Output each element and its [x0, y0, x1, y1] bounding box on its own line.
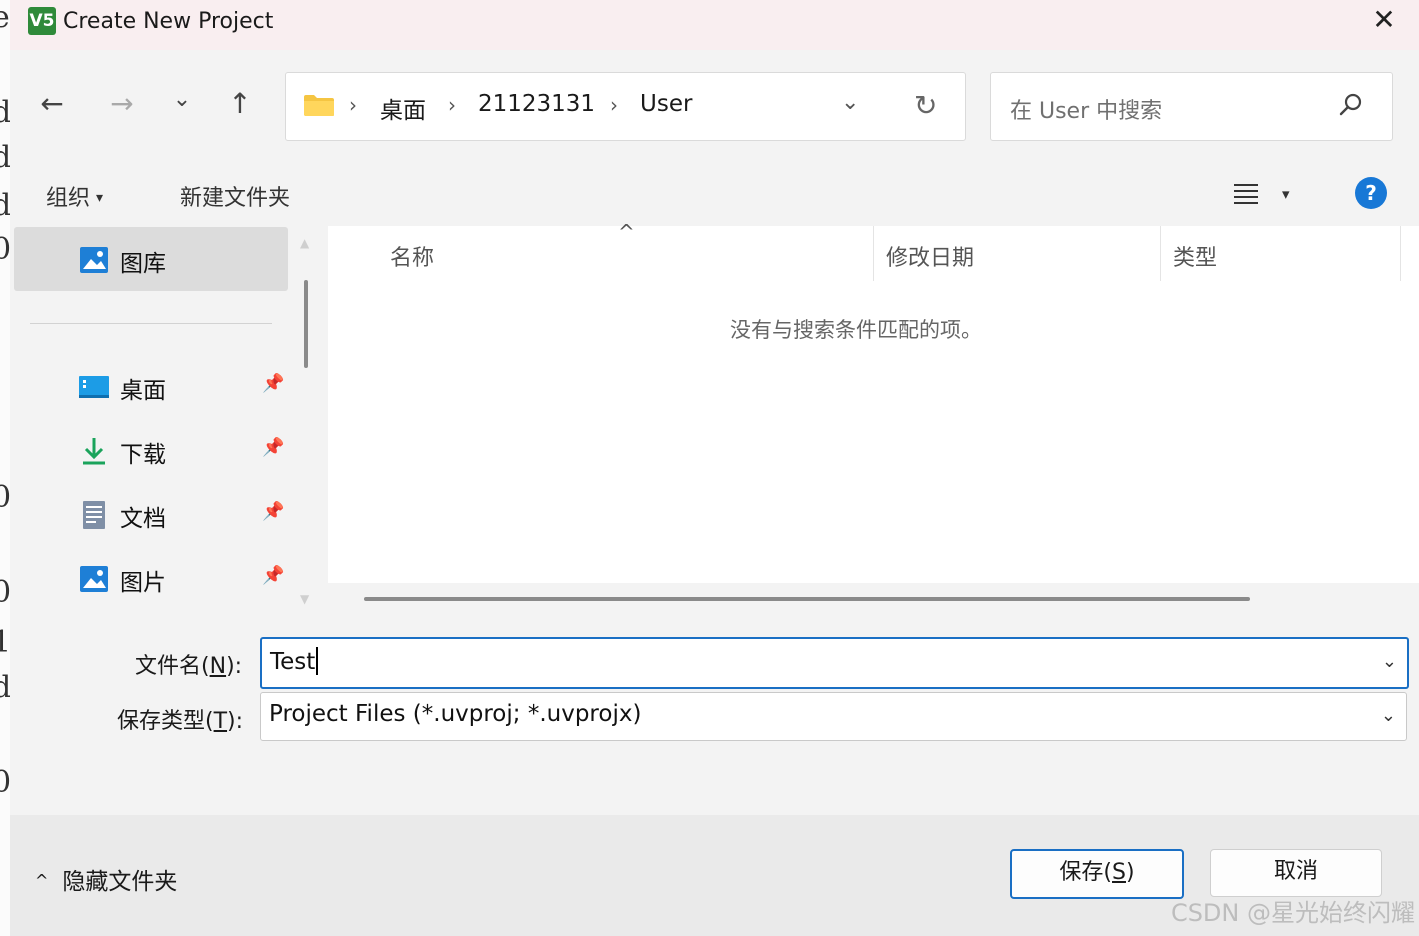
filetype-label-prefix: 保存类型( [117, 709, 214, 734]
search-box[interactable]: 在 User 中搜索 [990, 72, 1393, 141]
breadcrumb-separator: › [610, 93, 618, 117]
scroll-down-icon[interactable]: ▼ [300, 592, 309, 606]
help-icon[interactable]: ? [1355, 177, 1387, 209]
scrollbar-thumb[interactable] [304, 280, 308, 368]
download-icon [83, 438, 105, 465]
dialog-title: Create New Project [63, 9, 274, 34]
save-form: 文件名(N): Test ⌄ 保存类型(T): Project Files (*… [10, 615, 1419, 815]
pin-icon[interactable]: 📌 [262, 501, 284, 522]
pin-icon[interactable]: 📌 [262, 437, 284, 458]
chevron-down-icon[interactable]: ⌄ [1381, 705, 1396, 726]
filename-combobox[interactable]: Test ⌄ [260, 637, 1409, 689]
forward-button[interactable]: → [102, 82, 142, 126]
save-label-accesskey: S [1112, 860, 1126, 885]
sidebar-scrollbar[interactable]: ▲ ▼ [295, 226, 319, 615]
navigation-row: ← → ⌄ ↑ › 桌面 › 21123131 › User ⌄ ↻ 在 Use… [10, 50, 1419, 163]
sidebar-item-label: 文档 [120, 506, 166, 532]
filetype-label: 保存类型(T): [117, 703, 243, 735]
gallery-icon [80, 247, 108, 273]
pictures-icon [80, 566, 108, 592]
save-label-prefix: 保存( [1059, 860, 1113, 885]
save-dialog: V5 Create New Project ✕ ← → ⌄ ↑ › 桌面 › 2… [10, 0, 1419, 936]
filetype-select[interactable]: Project Files (*.uvproj; *.uvprojx) ⌄ [260, 692, 1407, 741]
column-divider[interactable] [873, 226, 874, 281]
column-divider[interactable] [1160, 226, 1161, 281]
back-button[interactable]: ← [32, 82, 72, 126]
sidebar-divider [30, 323, 272, 324]
filename-input[interactable]: Test [270, 647, 319, 675]
filetype-label-accesskey: T [213, 709, 228, 734]
pin-icon[interactable]: 📌 [262, 565, 284, 586]
address-history-dropdown[interactable]: ⌄ [841, 90, 859, 115]
sidebar-item-pictures[interactable]: 图片 📌 [14, 546, 288, 610]
title-bar: V5 Create New Project ✕ [10, 0, 1419, 50]
document-icon [83, 501, 105, 529]
filetype-value: Project Files (*.uvproj; *.uvprojx) [269, 701, 642, 727]
breadcrumb-folder[interactable]: 21123131 [478, 91, 595, 117]
refresh-icon[interactable]: ↻ [914, 89, 937, 122]
sidebar-item-documents[interactable]: 文档 📌 [14, 482, 288, 546]
watermark: CSDN @星光始终闪耀 [1170, 899, 1415, 927]
empty-results-message: 没有与搜索条件匹配的项。 [730, 318, 982, 342]
scrollbar-thumb[interactable] [364, 597, 1250, 601]
sidebar-item-label: 图库 [120, 251, 166, 277]
sidebar-item-gallery[interactable]: 图库 [14, 227, 288, 291]
search-icon [1339, 93, 1362, 116]
breadcrumb-desktop[interactable]: 桌面 [380, 91, 426, 125]
chevron-up-icon: ^ [35, 871, 49, 890]
view-options-icon[interactable] [1234, 181, 1258, 205]
organize-menu[interactable]: 组织 ▾ [46, 180, 103, 212]
view-options-caret-icon[interactable]: ▾ [1282, 185, 1290, 203]
scroll-up-icon[interactable]: ▲ [300, 236, 309, 250]
sidebar-item-desktop[interactable]: 桌面 📌 [14, 354, 288, 418]
sidebar-item-label: 桌面 [120, 378, 166, 404]
sidebar-item-label: 图片 [120, 570, 166, 596]
address-bar[interactable]: › 桌面 › 21123131 › User ⌄ ↻ [285, 72, 966, 141]
keil-app-icon: V5 [28, 7, 56, 35]
filename-label-prefix: 文件名( [135, 654, 210, 679]
new-folder-button[interactable]: 新建文件夹 [180, 180, 290, 212]
text-cursor [316, 647, 319, 675]
breadcrumb-separator: › [349, 93, 357, 117]
recent-locations-button[interactable]: ⌄ [162, 78, 202, 122]
column-header-name[interactable]: 名称 [390, 240, 434, 272]
column-header-type[interactable]: 类型 [1173, 240, 1217, 272]
close-button[interactable]: ✕ [1349, 0, 1419, 44]
folder-icon [304, 95, 334, 116]
filename-label-accesskey: N [209, 654, 227, 679]
file-list: ^ 名称 修改日期 类型 没有与搜索条件匹配的项。 [328, 220, 1419, 615]
save-label-suffix: ) [1125, 860, 1135, 885]
up-button[interactable]: ↑ [220, 82, 260, 126]
sort-ascending-icon: ^ [618, 220, 635, 244]
hide-folders-toggle[interactable]: ^ 隐藏文件夹 [35, 862, 177, 896]
chevron-down-icon[interactable]: ⌄ [1382, 651, 1397, 672]
hide-folders-label: 隐藏文件夹 [62, 869, 178, 895]
sidebar-item-label: 下载 [120, 442, 166, 468]
filename-value: Test [270, 649, 316, 675]
filetype-label-suffix: ): [227, 709, 244, 734]
desktop-icon [79, 376, 109, 398]
filename-label: 文件名(N): [135, 648, 242, 680]
navigation-pane: 图库 桌面 📌 下载 📌 文档 📌 图片 📌 ▲ ▼ [10, 226, 320, 615]
search-placeholder: 在 User 中搜索 [1010, 99, 1163, 124]
breadcrumb-separator: › [448, 93, 456, 117]
cancel-button[interactable]: 取消 [1210, 849, 1382, 897]
column-header-date[interactable]: 修改日期 [886, 240, 974, 272]
breadcrumb-user[interactable]: User [640, 91, 692, 117]
organize-caret-icon: ▾ [96, 190, 104, 206]
sidebar-item-downloads[interactable]: 下载 📌 [14, 418, 288, 482]
horizontal-scrollbar[interactable] [328, 583, 1419, 615]
pin-icon[interactable]: 📌 [262, 373, 284, 394]
save-button[interactable]: 保存(S) [1010, 849, 1184, 899]
column-divider[interactable] [1400, 226, 1401, 281]
organize-label: 组织 [46, 186, 91, 211]
filename-label-suffix: ): [226, 654, 243, 679]
command-toolbar: 组织 ▾ 新建文件夹 ▾ ? [10, 163, 1419, 226]
